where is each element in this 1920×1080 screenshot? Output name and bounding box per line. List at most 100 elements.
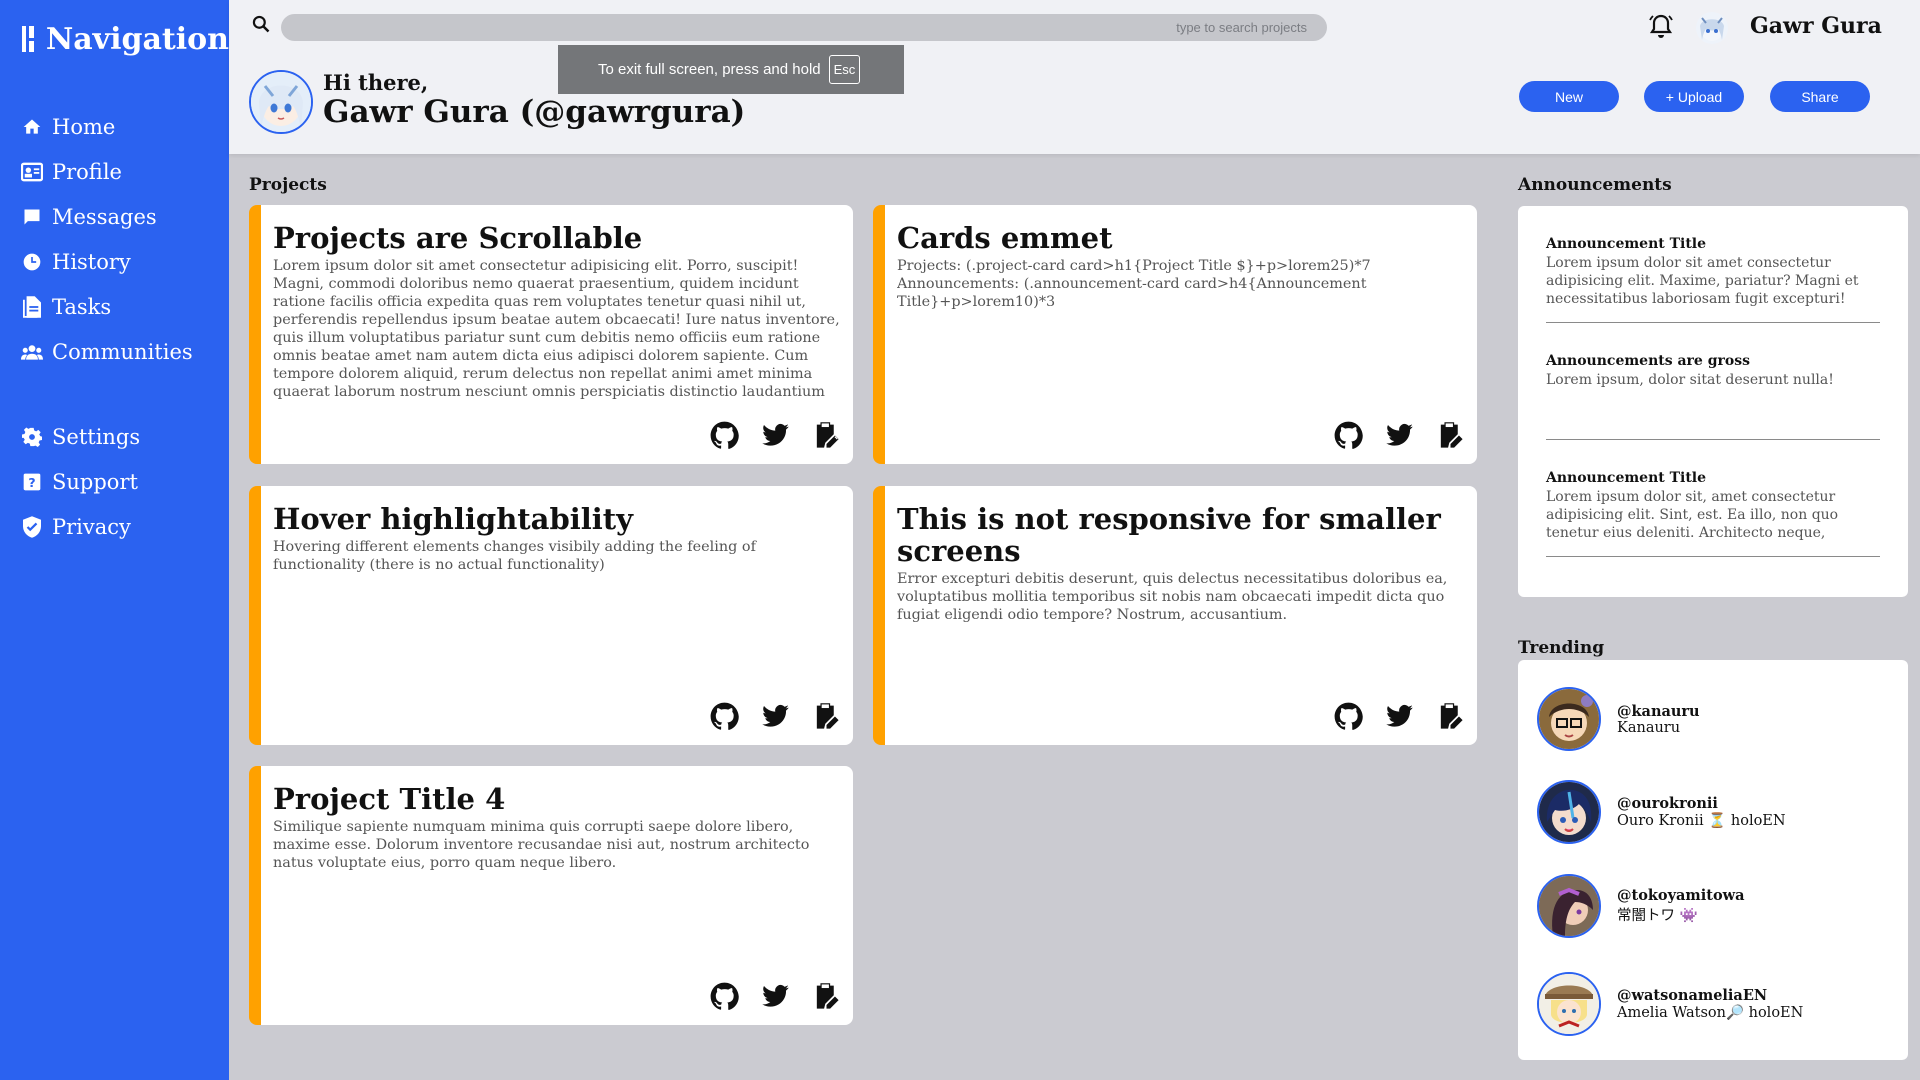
project-card[interactable]: Project Title 4 Similique sapiente numqu… [249,766,853,1025]
message-icon [21,206,43,228]
announcement-body: Lorem ipsum dolor sit, amet consectetur … [1546,489,1839,541]
fullscreen-exit-toast: To exit full screen, press and hold Esc [558,45,904,94]
project-title: Projects are Scrollable [273,221,643,255]
card-actions [710,982,841,1011]
github-icon[interactable] [1334,702,1363,731]
project-card[interactable]: Hover highlightability Hovering differen… [249,486,853,745]
search-input[interactable] [281,14,1327,41]
announcement-body: Lorem ipsum dolor sit amet consectetur a… [1546,255,1859,307]
twitter-icon[interactable] [1385,702,1414,731]
sidebar-item-privacy[interactable]: Privacy [0,504,229,549]
sidebar-item-label: Privacy [52,514,131,539]
sidebar-item-history[interactable]: History [0,239,229,284]
announcements-heading: Announcements [1518,175,1672,195]
sidebar-item-messages[interactable]: Messages [0,194,229,239]
project-description: Projects: (.project-card card>h1{Project… [897,257,1371,310]
sidebar-item-settings[interactable]: Settings [0,414,229,459]
trending-display-name: Amelia Watson🔎 holoEN [1617,1005,1804,1021]
sidebar-item-support[interactable]: ? Support [0,459,229,504]
twitter-icon[interactable] [1385,421,1414,450]
greeting: Hi there, [323,70,429,95]
toast-text: To exit full screen, press and hold [598,61,821,78]
avatar [1537,780,1601,844]
trending-user[interactable]: @kanauru Kanauru [1537,687,1700,751]
announcement-item[interactable]: Announcement Title Lorem ipsum dolor sit… [1546,206,1880,323]
edit-icon[interactable] [812,702,841,731]
trending-display-name: 常闇トワ 👾 [1617,908,1698,924]
gear-icon [21,426,43,448]
projects-heading: Projects [249,175,327,195]
sidebar-item-label: Home [52,114,116,139]
help-icon: ? [21,471,43,493]
project-description: Hovering different elements changes visi… [273,538,756,573]
project-title: Hover highlightability [273,502,634,536]
github-icon[interactable] [710,982,739,1011]
edit-icon[interactable] [812,982,841,1011]
sidebar-item-label: Communities [52,339,193,364]
card-actions [710,421,841,450]
edit-icon[interactable] [812,421,841,450]
announcement-title: Announcement Title [1546,236,1707,252]
announcement-title: Announcement Title [1546,470,1707,486]
sidebar-item-label: Support [52,469,138,494]
card-actions [1334,702,1465,731]
trending-heading: Trending [1518,638,1605,658]
sidebar-item-home[interactable]: Home [0,104,229,149]
sidebar-item-communities[interactable]: Communities [0,329,229,374]
trending-panel: @kanauru Kanauru @ourokronii Ouro Kronii… [1518,660,1908,1060]
search-icon[interactable] [251,14,273,36]
announcement-item[interactable]: Announcements are gross Lorem ipsum, dol… [1546,323,1880,440]
trending-user[interactable]: @watsonameliaEN Amelia Watson🔎 holoEN [1537,972,1803,1036]
trending-user[interactable]: @tokoyamitowa 常闇トワ 👾 [1537,874,1745,938]
project-title: Cards emmet [897,221,1113,255]
brand: Navigation [0,0,229,78]
profile-card-icon [21,161,43,183]
twitter-icon[interactable] [761,982,790,1011]
sidebar-item-label: Messages [52,204,157,229]
share-button[interactable]: Share [1770,81,1870,112]
github-icon[interactable] [710,421,739,450]
top-header: Gawr Gura Hi there, Gawr Gura (@gawrgura… [229,0,1920,154]
shield-icon [21,515,43,538]
sidebar-item-tasks[interactable]: Tasks [0,284,229,329]
trending-user-text: @kanauru Kanauru [1617,703,1700,736]
project-card[interactable]: This is not responsive for smaller scree… [873,486,1477,745]
sidebar-item-label: Settings [52,424,141,449]
announcement-item[interactable]: Announcement Title Lorem ipsum dolor sit… [1546,440,1880,557]
card-actions [710,702,841,731]
avatar [1537,687,1601,751]
trending-display-name: Ouro Kronii ⏳ holoEN [1617,813,1786,829]
github-icon[interactable] [1334,421,1363,450]
esc-key-hint: Esc [828,55,861,84]
github-icon[interactable] [710,702,739,731]
trending-user[interactable]: @ourokronii Ouro Kronii ⏳ holoEN [1537,780,1786,844]
trending-handle: @ourokronii [1617,795,1718,812]
people-icon [21,341,43,363]
profile-avatar [249,70,313,134]
edit-icon[interactable] [1436,421,1465,450]
edit-icon[interactable] [1436,702,1465,731]
announcement-title: Announcements are gross [1546,353,1750,369]
header-user-name[interactable]: Gawr Gura [1750,13,1882,39]
page-title: Gawr Gura (@gawrgura) [323,94,746,130]
new-button[interactable]: New [1519,81,1619,112]
project-description: Error excepturi debitis deserunt, quis d… [897,570,1448,623]
project-title: Project Title 4 [273,782,506,816]
sidebar: Navigation Home Profile Messages History… [0,0,229,1080]
sidebar-title: Navigation [45,21,229,57]
announcements-panel: Announcement Title Lorem ipsum dolor sit… [1518,206,1908,597]
upload-button[interactable]: + Upload [1644,81,1744,112]
trending-user-text: @watsonameliaEN Amelia Watson🔎 holoEN [1617,987,1803,1021]
twitter-icon[interactable] [761,702,790,731]
bell-icon[interactable] [1647,12,1675,40]
dashboard-icon [22,26,34,52]
announcement-body: Lorem ipsum, dolor sitat deserunt nulla! [1546,372,1834,388]
twitter-icon[interactable] [761,421,790,450]
sidebar-item-profile[interactable]: Profile [0,149,229,194]
avatar[interactable] [1696,12,1728,44]
project-card[interactable]: Cards emmet Projects: (.project-card car… [873,205,1477,464]
project-card[interactable]: Projects are Scrollable Lorem ipsum dolo… [249,205,853,464]
project-description: Lorem ipsum dolor sit amet consectetur a… [273,257,840,400]
trending-user-text: @ourokronii Ouro Kronii ⏳ holoEN [1617,795,1786,829]
trending-handle: @tokoyamitowa [1617,887,1745,904]
